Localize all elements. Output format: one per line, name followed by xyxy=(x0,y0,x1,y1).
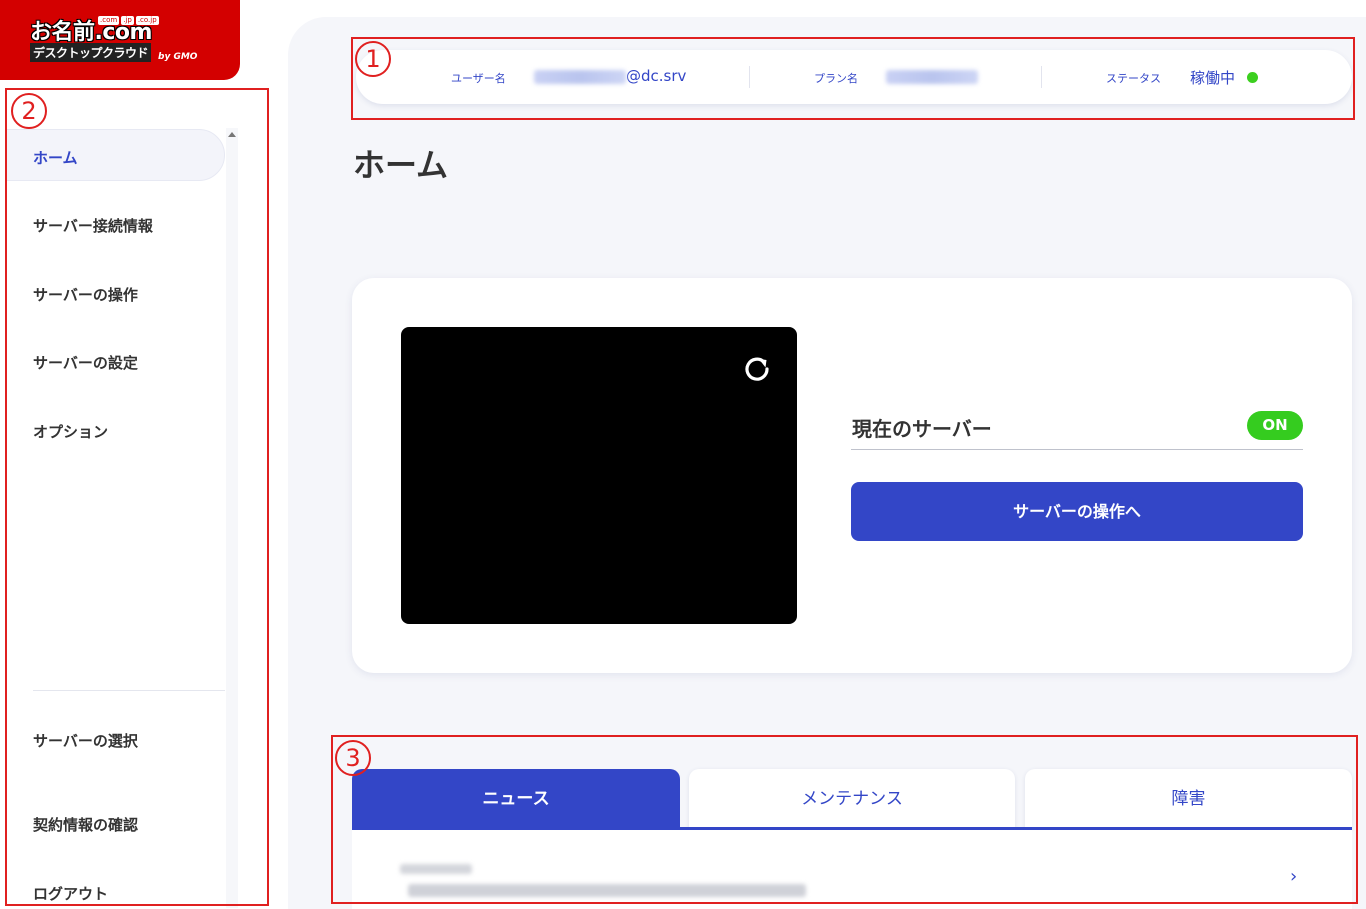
annotation-box-3 xyxy=(331,735,1358,904)
current-server-divider xyxy=(851,449,1303,450)
annotation-number-1: 1 xyxy=(355,41,391,77)
logo-gmo-text: by GMO xyxy=(158,52,198,62)
go-to-server-operation-button[interactable]: サーバーの操作へ xyxy=(851,482,1303,541)
logo-tld: .co.jp xyxy=(135,16,159,25)
brand-logo[interactable]: お名前.com .com .jp .co.jp デスクトップクラウド by GM… xyxy=(0,0,240,80)
annotation-number-3: 3 xyxy=(335,740,371,776)
server-on-badge: ON xyxy=(1247,411,1303,440)
logo-tld: .jp xyxy=(121,16,134,25)
refresh-icon[interactable] xyxy=(742,353,772,383)
logo-tlds: .com .jp .co.jp xyxy=(98,16,159,25)
logo-product-text: デスクトップクラウド xyxy=(30,43,152,62)
page-title: ホーム xyxy=(353,146,449,184)
logo-tld: .com xyxy=(98,16,120,25)
current-server-label: 現在のサーバー xyxy=(852,417,992,441)
annotation-box-2 xyxy=(5,88,269,906)
annotation-box-1 xyxy=(351,37,1355,120)
annotation-number-2: 2 xyxy=(11,93,47,129)
server-screen-preview xyxy=(401,327,797,624)
